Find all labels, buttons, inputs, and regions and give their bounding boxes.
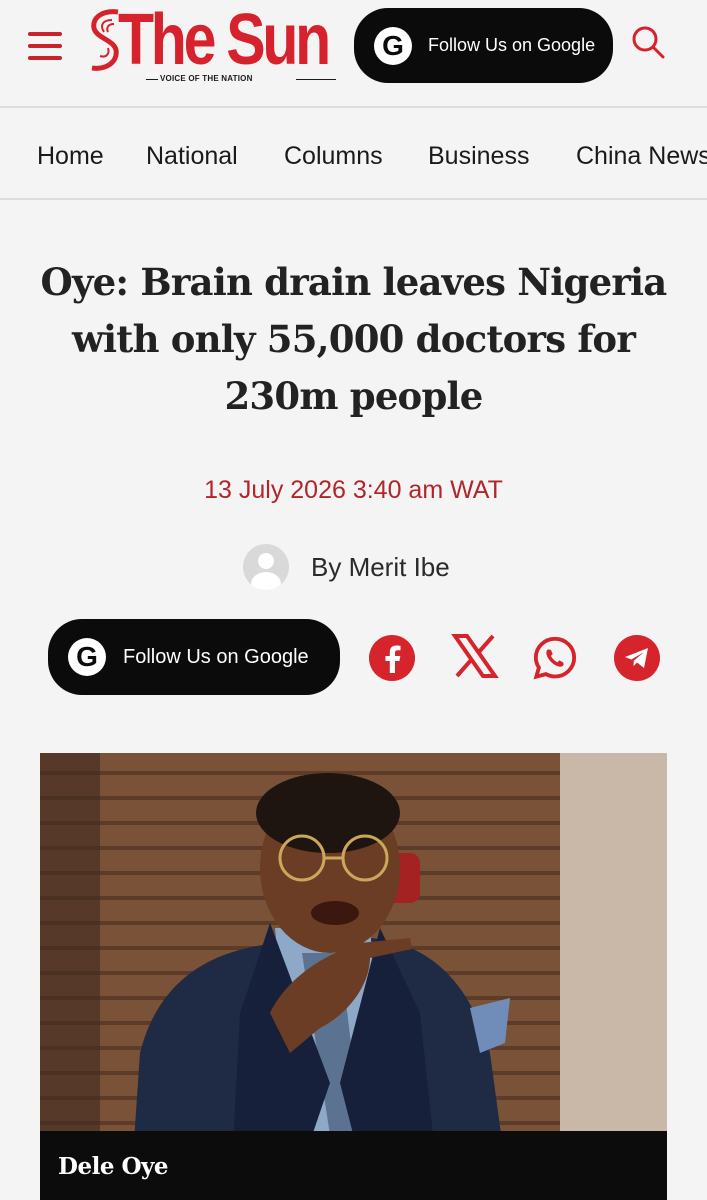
nav-item-columns[interactable]: Columns [284, 142, 383, 171]
menu-icon[interactable] [28, 30, 62, 62]
nav-item-china-news[interactable]: China News [576, 142, 707, 171]
main-nav: Home National Columns Business China New… [0, 110, 707, 200]
article-date: 13 July 2026 3:40 am WAT [204, 476, 503, 504]
author-byline[interactable]: By Merit Ibe [243, 543, 450, 591]
follow-google-button-header[interactable]: G Follow Us on Google [354, 8, 613, 83]
nav-item-national[interactable]: National [146, 142, 238, 171]
telegram-icon[interactable] [614, 635, 660, 681]
follow-google-label: Follow Us on Google [428, 35, 596, 55]
google-icon: G [374, 26, 412, 65]
author-name: By Merit Ibe [311, 551, 450, 582]
photo-caption-bar: Dele Oye [40, 1131, 667, 1200]
follow-google-label: Follow Us on Google [123, 645, 309, 668]
photo-caption: Dele Oye [58, 1153, 169, 1180]
author-avatar [243, 544, 289, 590]
article-headline: Oye: Brain drain leaves Nigeria with onl… [40, 260, 668, 418]
whatsapp-icon[interactable] [532, 635, 578, 681]
logo-tagline: VOICE OF THE NATION [146, 74, 346, 83]
google-icon: G [68, 638, 106, 676]
search-icon[interactable] [630, 24, 666, 60]
facebook-icon[interactable] [369, 635, 415, 681]
x-icon[interactable] [451, 632, 499, 680]
nav-item-business[interactable]: Business [428, 142, 529, 171]
nav-item-home[interactable]: Home [37, 142, 104, 171]
site-logo[interactable]: The Sun VOICE OF THE NATION [88, 0, 336, 86]
logo-wordmark: The Sun [118, 0, 331, 80]
site-header: The Sun VOICE OF THE NATION G Follow Us … [0, 0, 707, 108]
follow-google-button[interactable]: G Follow Us on Google [48, 619, 340, 695]
